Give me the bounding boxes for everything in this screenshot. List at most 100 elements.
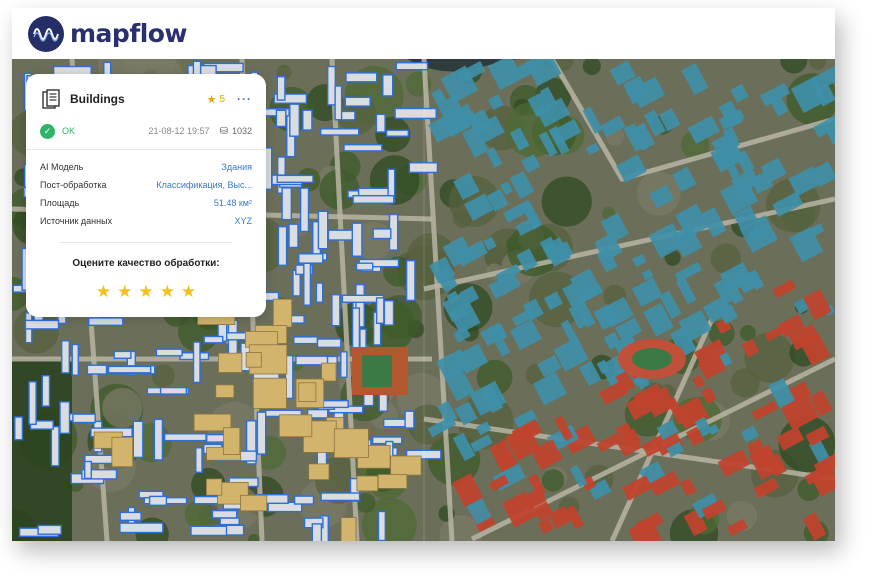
star-icon[interactable]: ★ [117, 282, 132, 302]
building-outline [311, 523, 323, 541]
building-roof [390, 455, 422, 476]
building-outline [345, 72, 378, 83]
building-outline [276, 174, 314, 184]
building-outline [404, 410, 415, 429]
card-title: Buildings [70, 92, 125, 106]
building-outline [163, 433, 207, 442]
building-outline [320, 492, 361, 502]
building-outline [50, 426, 60, 467]
building-outline [190, 525, 228, 537]
building-outline [408, 162, 439, 174]
building-outline [289, 103, 300, 137]
building-outline [327, 65, 337, 106]
building-outline [113, 350, 132, 359]
star-icon[interactable]: ★ [138, 282, 153, 302]
building-outline [375, 297, 385, 324]
stadium-field [362, 355, 392, 387]
star-icon[interactable]: ★ [181, 282, 196, 302]
check-icon: ✓ [40, 123, 55, 139]
building-outline [293, 495, 315, 505]
info-value: 51.48 км² [213, 198, 252, 208]
building-outline [87, 317, 124, 326]
building-outline [316, 338, 342, 349]
building-roof [333, 428, 369, 458]
vegetation-patch [541, 176, 592, 227]
building-outline [107, 365, 152, 374]
building-outline [355, 262, 374, 271]
info-value[interactable]: XYZ [234, 216, 252, 226]
building-roof [272, 298, 293, 328]
building-outline [277, 225, 288, 266]
building-outline [195, 447, 203, 473]
info-key: Площадь [40, 198, 80, 208]
credits-count: ⛁ 1032 [220, 126, 252, 137]
app-window: mapflow Buildings ★ 5 ··· ✓ OK 21-08-12 … [12, 8, 835, 541]
building-outline [302, 109, 313, 131]
star-icon[interactable]: ★ [96, 282, 111, 302]
rate-prompt: Оцените качество обработки: [72, 258, 220, 269]
building-outline [132, 420, 144, 459]
info-row-source: Источник данных XYZ [40, 212, 252, 230]
more-options-button[interactable]: ··· [237, 92, 252, 106]
info-key: AI Модель [40, 162, 84, 172]
building-outline [395, 62, 429, 71]
building-roof [356, 475, 379, 492]
rating-badge: ★ 5 [207, 93, 225, 106]
building-outline [276, 76, 286, 101]
building-outline [61, 340, 71, 374]
info-value[interactable]: Здания [221, 162, 252, 172]
building-outline [405, 259, 416, 302]
info-row-postprocessing: Пост-обработка Классификация, Выс... [40, 176, 252, 194]
info-value[interactable]: Классификация, Выс... [156, 180, 252, 190]
building-outline [219, 517, 240, 526]
building-roof [308, 463, 330, 480]
building-roof [278, 414, 313, 438]
building-outline [343, 143, 383, 152]
building-roof [377, 474, 408, 489]
building-outline [119, 522, 164, 534]
building-outline [203, 335, 224, 344]
rating-stars[interactable]: ★ ★ ★ ★ ★ [26, 282, 266, 302]
card-header: Buildings ★ 5 ··· [40, 87, 252, 111]
divider [60, 242, 232, 243]
building-outline [155, 348, 183, 357]
stadium-field [632, 348, 672, 370]
building-outline [298, 253, 324, 264]
building-outline [14, 416, 24, 441]
info-row-area: Площадь 51.48 км² [40, 194, 252, 212]
status-text: OK [62, 126, 76, 136]
building-outline [317, 210, 329, 250]
building-outline [24, 319, 60, 330]
info-key: Источник данных [40, 216, 113, 226]
building-outline [299, 187, 310, 233]
vegetation-patch [730, 368, 760, 398]
building-roof [252, 377, 287, 409]
building-outline [377, 510, 387, 541]
building-outline [281, 187, 293, 221]
building-outline [83, 460, 92, 480]
building-outline [320, 128, 360, 136]
building-outline [28, 381, 37, 425]
top-bar: mapflow [12, 8, 835, 59]
document-stack-icon [42, 89, 60, 109]
info-table: AI Модель Здания Пост-обработка Классифи… [40, 158, 252, 230]
app-name[interactable]: mapflow [70, 19, 188, 48]
building-roof [298, 382, 317, 402]
credits-value: 1032 [231, 126, 252, 136]
building-outline [375, 113, 386, 133]
building-outline [334, 85, 343, 121]
star-icon: ★ [206, 93, 217, 106]
processing-card: Buildings ★ 5 ··· ✓ OK 21-08-12 19:57 ⛁ … [26, 74, 266, 317]
building-outline [192, 341, 201, 384]
info-row-model: AI Модель Здания [40, 158, 252, 176]
building-outline [72, 413, 96, 424]
status-row: ✓ OK 21-08-12 19:57 ⛁ 1032 [40, 123, 252, 139]
building-outline [372, 228, 392, 240]
rating-value: 5 [219, 93, 225, 105]
building-outline [351, 307, 361, 352]
vegetation-patch [541, 469, 565, 492]
building-roof [223, 427, 241, 456]
star-icon[interactable]: ★ [160, 282, 175, 302]
wave-logo-icon[interactable] [28, 15, 64, 52]
coins-icon: ⛁ [219, 125, 228, 137]
